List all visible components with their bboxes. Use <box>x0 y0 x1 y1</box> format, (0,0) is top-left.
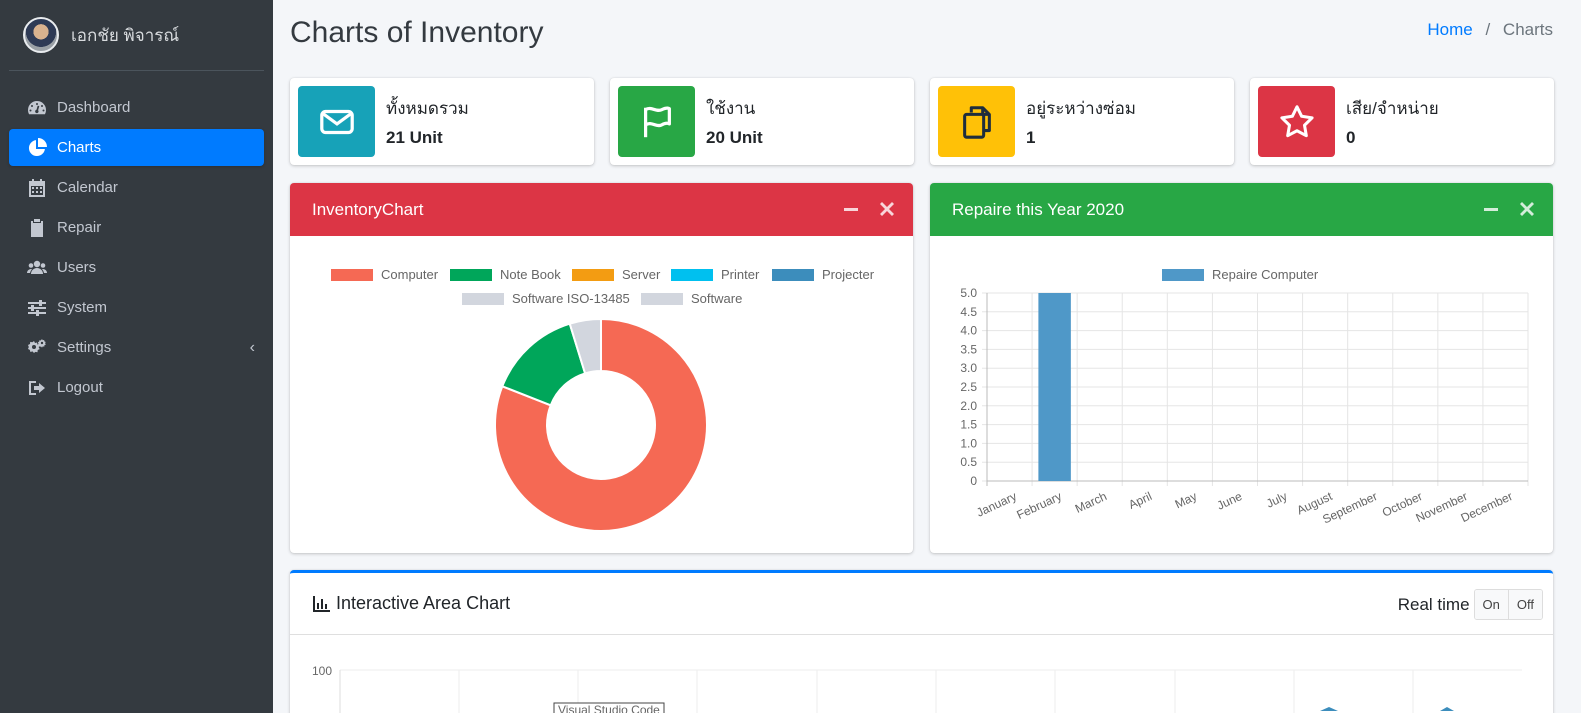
bar[interactable] <box>1038 293 1071 481</box>
info-box-in-use: ใช้งาน 20 Unit <box>610 78 914 165</box>
interactive-area-chart-card: Interactive Area Chart Real time On Off … <box>290 570 1553 713</box>
sidebar-item-label: Dashboard <box>57 99 131 116</box>
realtime-off-button[interactable]: Off <box>1507 590 1542 619</box>
sidebar-item-label: System <box>57 299 108 316</box>
area-series-peak <box>1320 707 1338 711</box>
sliders-icon <box>26 298 48 318</box>
copy-icon <box>938 86 1015 157</box>
realtime-label: Real time <box>1397 594 1470 614</box>
sign-out-icon <box>26 378 48 398</box>
chevron-left-icon[interactable]: ‹ <box>250 339 255 357</box>
y-tick-label: 2.5 <box>960 380 977 394</box>
info-box-broken: เสีย/จำหน่าย 0 <box>1250 78 1554 165</box>
area-series-peak <box>1440 707 1454 711</box>
page-title: Charts of Inventory <box>290 16 544 49</box>
tooltip-text: Visual Studio Code <box>558 703 660 713</box>
y-tick-label: 0.5 <box>960 455 977 469</box>
breadcrumb-home-link[interactable]: Home <box>1427 20 1472 39</box>
x-tick-label: April <box>1126 489 1154 512</box>
x-tick-label: March <box>1073 489 1109 516</box>
clipboard-icon <box>26 218 48 238</box>
y-tick-label: 0 <box>970 474 977 488</box>
realtime-toggle: Real time On Off <box>1398 589 1543 620</box>
sidebar-item-label: Logout <box>57 379 103 396</box>
breadcrumb-current: Charts <box>1502 20 1553 39</box>
sidebar: เอกชัย พิจารณ์ Dashboard Charts Calendar… <box>0 0 273 713</box>
bar-chart-icon <box>313 595 330 612</box>
card-header: Interactive Area Chart Real time On Off <box>290 573 1553 635</box>
sidebar-item-charts[interactable]: Charts <box>9 129 264 166</box>
gears-icon <box>26 338 48 358</box>
pie-chart-icon <box>26 137 48 158</box>
sidebar-item-label: Users <box>57 259 97 276</box>
x-tick-label: June <box>1215 489 1245 513</box>
breadcrumb: Home / Charts <box>1427 20 1553 40</box>
sidebar-item-dashboard[interactable]: Dashboard <box>9 89 264 126</box>
sidebar-item-label: Repair <box>57 219 102 236</box>
sidebar-item-label: Charts <box>57 139 102 156</box>
sidebar-nav: Dashboard Charts Calendar Repair Users S… <box>0 89 273 406</box>
inventory-chart-card: InventoryChart Computer Note Book Server… <box>290 183 913 553</box>
x-tick-label: July <box>1264 489 1289 511</box>
avatar[interactable] <box>23 17 59 53</box>
envelope-icon <box>298 86 375 157</box>
x-tick-label: December <box>1459 489 1515 525</box>
info-box-label: ใช้งาน <box>706 99 756 118</box>
y-tick-label: 100 <box>312 664 332 678</box>
repair-bar-chart: 0 0.5 1.0 1.5 2.0 2.5 3.0 3.5 4.0 4.5 5.0 JanuaryFe… <box>960 286 1529 527</box>
info-box-label: ทั้งหมดรวม <box>386 99 469 118</box>
repair-chart-card: Repaire this Year 2020 Repaire Computer … <box>930 183 1553 553</box>
y-tick-label: 5.0 <box>960 286 977 300</box>
sidebar-item-settings[interactable]: Settings ‹ <box>9 329 264 366</box>
y-tick-label: 2.0 <box>960 399 977 413</box>
info-box-value: 0 <box>1346 128 1356 147</box>
info-box-repairing: อยู่ระหว่างซ่อม 1 <box>930 78 1234 165</box>
star-icon <box>1258 86 1335 157</box>
x-tick-label: February <box>1014 489 1063 522</box>
dashboard-icon <box>26 98 48 118</box>
info-box-label: เสีย/จำหน่าย <box>1346 99 1439 118</box>
user-panel[interactable]: เอกชัย พิจารณ์ <box>9 0 264 71</box>
sidebar-item-calendar[interactable]: Calendar <box>9 169 264 206</box>
sidebar-item-label: Calendar <box>57 179 118 196</box>
interactive-area-chart: 100 Visual Studio Code <box>312 664 1522 713</box>
info-box-total: ทั้งหมดรวม 21 Unit <box>290 78 594 165</box>
x-tick-label: May <box>1173 489 1199 511</box>
sidebar-item-logout[interactable]: Logout <box>9 369 264 406</box>
info-box-value: 21 Unit <box>386 128 443 147</box>
realtime-button-group: On Off <box>1473 589 1543 620</box>
card-title: Interactive Area Chart <box>336 593 511 613</box>
info-box-value: 20 Unit <box>706 128 763 147</box>
user-name[interactable]: เอกชัย พิจารณ์ <box>71 22 179 49</box>
breadcrumb-separator: / <box>1485 20 1491 39</box>
info-box-value: 1 <box>1026 128 1036 147</box>
y-tick-label: 1.5 <box>960 418 977 432</box>
y-tick-label: 4.5 <box>960 305 977 319</box>
sidebar-item-system[interactable]: System <box>9 289 264 326</box>
y-tick-label: 3.5 <box>960 342 977 356</box>
realtime-on-button[interactable]: On <box>1474 590 1508 619</box>
users-icon <box>26 258 48 278</box>
info-box-label: อยู่ระหว่างซ่อม <box>1026 99 1136 118</box>
inventory-donut-chart <box>494 317 708 532</box>
y-tick-label: 1.0 <box>960 436 977 450</box>
calendar-icon <box>26 178 48 198</box>
x-tick-label: January <box>974 489 1019 520</box>
sidebar-item-users[interactable]: Users <box>9 249 264 286</box>
sidebar-item-repair[interactable]: Repair <box>9 209 264 246</box>
sidebar-item-label: Settings <box>57 339 112 356</box>
flag-icon <box>618 86 695 157</box>
y-tick-label: 4.0 <box>960 324 977 338</box>
y-tick-label: 3.0 <box>960 361 977 375</box>
